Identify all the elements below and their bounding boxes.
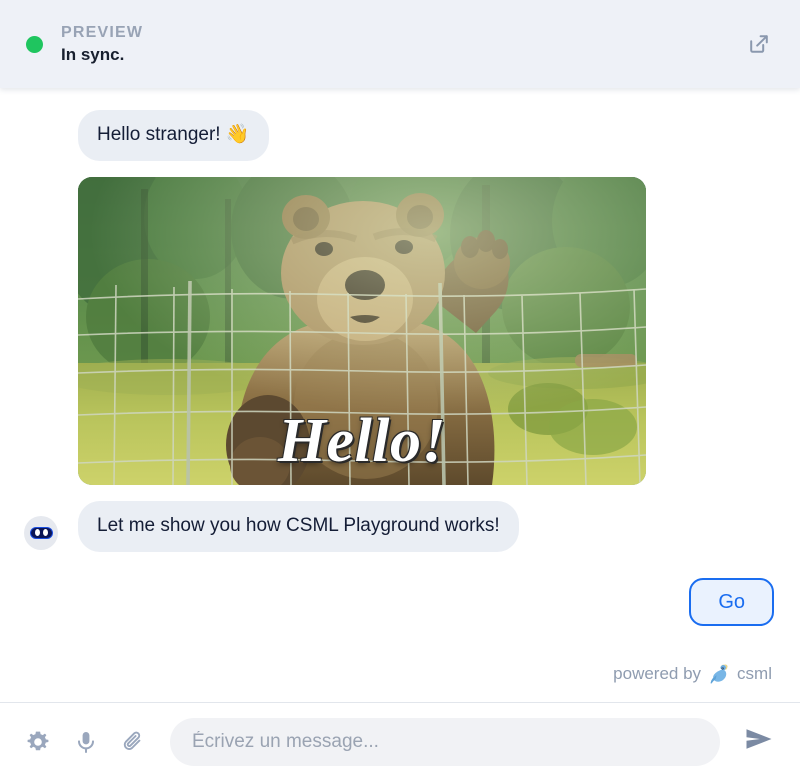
paperclip-icon xyxy=(121,729,147,755)
message-composer xyxy=(0,702,800,780)
bot-message-bubble: Hello stranger! 👋 xyxy=(78,110,269,161)
send-icon xyxy=(744,726,774,757)
avatar-spacer xyxy=(24,483,78,485)
voice-record-button[interactable] xyxy=(64,720,108,764)
message-row: Let me show you how CSML Playground work… xyxy=(24,500,776,552)
bot-message-bubble: Let me show you how CSML Playground work… xyxy=(78,500,519,552)
settings-button[interactable] xyxy=(16,720,60,764)
bot-message-image[interactable]: Hello! xyxy=(78,176,646,485)
gif-caption-text: Hello! xyxy=(277,406,447,475)
message-row: Hello! xyxy=(24,176,776,485)
powered-by-footer: powered by csml xyxy=(24,662,776,686)
external-link-icon xyxy=(748,33,770,55)
quick-reply-row: Go xyxy=(24,577,776,626)
robot-eye-right xyxy=(42,529,48,536)
attachment-button[interactable] xyxy=(112,720,156,764)
open-external-button[interactable] xyxy=(742,27,776,61)
message-input[interactable] xyxy=(170,717,720,766)
sync-status-dot xyxy=(26,35,43,53)
csml-bird-logo xyxy=(707,662,731,686)
powered-by-label: powered by xyxy=(613,664,702,683)
robot-eye-left xyxy=(34,529,40,536)
message-list: Hello stranger! 👋 Hello! Let me show you… xyxy=(0,88,800,702)
avatar-slot xyxy=(24,515,78,552)
microphone-icon xyxy=(73,729,99,755)
header-text-group: PREVIEW In sync. xyxy=(61,24,143,64)
chat-widget: PREVIEW In sync. Hello stranger! 👋 Hello… xyxy=(0,0,800,780)
quick-reply-go-button[interactable]: Go xyxy=(689,577,774,626)
avatar-spacer xyxy=(24,159,78,161)
message-row: Hello stranger! 👋 xyxy=(24,110,776,161)
preview-header: PREVIEW In sync. xyxy=(0,0,800,88)
robot-face-icon xyxy=(29,526,53,539)
gear-icon xyxy=(25,729,51,755)
header-status-title: In sync. xyxy=(61,44,125,64)
bot-avatar xyxy=(24,515,58,550)
send-button[interactable] xyxy=(736,720,782,764)
csml-brand-name: csml xyxy=(737,664,772,683)
header-eyebrow: PREVIEW xyxy=(61,23,144,41)
